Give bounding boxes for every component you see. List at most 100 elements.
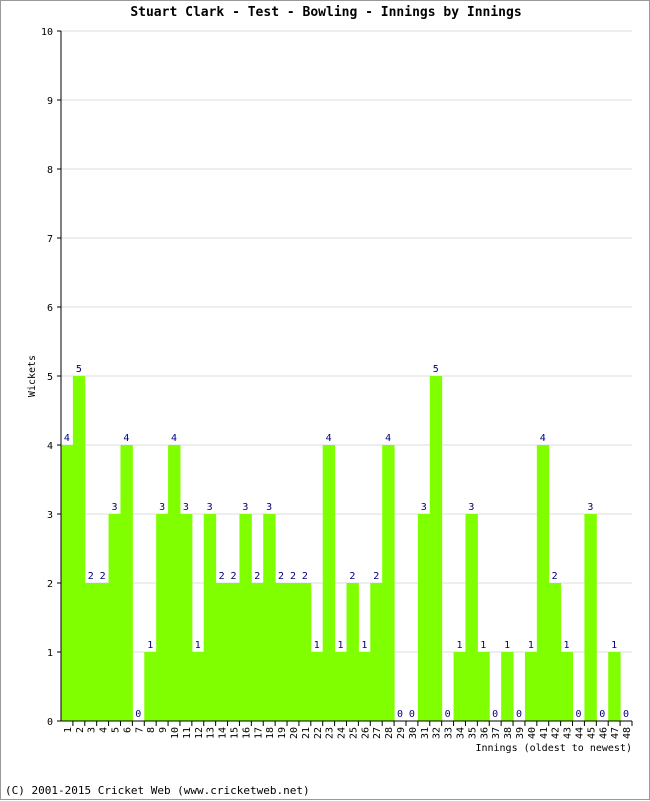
x-tick-label: 35 <box>467 727 478 739</box>
bar <box>96 583 110 721</box>
x-tick-label: 48 <box>622 727 633 739</box>
data-label: 2 <box>254 571 260 582</box>
x-tick-label: 22 <box>313 727 324 739</box>
x-tick-label: 21 <box>301 727 312 739</box>
data-label: 3 <box>112 502 118 513</box>
bar <box>608 652 621 721</box>
bar <box>108 514 121 721</box>
x-tick-label: 44 <box>574 727 585 739</box>
y-tick-label: 9 <box>47 96 53 107</box>
bar <box>382 445 395 721</box>
x-tick-label: 36 <box>479 727 490 739</box>
bar <box>251 583 264 721</box>
data-label: 3 <box>242 502 248 513</box>
bar <box>322 445 336 721</box>
x-tick-label: 32 <box>432 727 443 739</box>
x-tick-label: 13 <box>206 727 217 739</box>
data-label: 0 <box>409 709 415 720</box>
data-label: 0 <box>516 709 522 720</box>
data-label: 3 <box>266 502 272 513</box>
x-tick-label: 6 <box>122 727 133 733</box>
x-tick-label: 20 <box>289 727 300 739</box>
bar-chart: 0123456789104152232435460718394103111123… <box>27 27 633 754</box>
bar <box>334 652 347 721</box>
bar <box>144 652 157 721</box>
y-tick-label: 3 <box>47 510 53 521</box>
x-tick-label: 5 <box>111 727 122 733</box>
bar <box>453 652 466 721</box>
bar <box>370 583 383 721</box>
data-label: 2 <box>219 571 225 582</box>
x-tick-label: 17 <box>253 727 264 739</box>
bar <box>346 583 359 721</box>
bar <box>548 583 562 721</box>
bar <box>215 583 229 721</box>
data-label: 1 <box>314 640 320 651</box>
x-tick-label: 39 <box>515 727 526 739</box>
data-label: 0 <box>135 709 141 720</box>
bar <box>417 514 431 721</box>
data-label: 3 <box>468 502 474 513</box>
bar <box>477 652 490 721</box>
bar <box>287 583 300 721</box>
data-label: 3 <box>183 502 189 513</box>
bar <box>310 652 324 721</box>
bar <box>298 583 312 721</box>
x-axis-label: Innings (oldest to newest) <box>475 743 632 754</box>
data-label: 2 <box>100 571 106 582</box>
x-tick-label: 24 <box>337 727 348 739</box>
data-label: 4 <box>385 433 391 444</box>
x-tick-label: 1 <box>63 727 74 733</box>
data-label: 2 <box>230 571 236 582</box>
y-tick-label: 6 <box>47 303 53 314</box>
data-label: 5 <box>76 364 82 375</box>
data-label: 3 <box>159 502 165 513</box>
bar <box>536 445 550 721</box>
data-label: 1 <box>456 640 462 651</box>
x-tick-label: 7 <box>134 727 145 733</box>
bar <box>168 445 181 721</box>
x-tick-label: 28 <box>384 727 395 739</box>
x-tick-label: 3 <box>87 727 98 733</box>
data-label: 0 <box>599 709 605 720</box>
y-tick-label: 7 <box>47 234 53 245</box>
y-tick-label: 2 <box>47 579 53 590</box>
x-tick-label: 38 <box>503 727 514 739</box>
data-label: 1 <box>611 640 617 651</box>
data-label: 0 <box>575 709 581 720</box>
bar <box>156 514 169 721</box>
bar <box>61 445 74 721</box>
data-label: 4 <box>123 433 129 444</box>
x-tick-label: 23 <box>325 727 336 739</box>
x-tick-label: 14 <box>218 727 229 739</box>
bar <box>203 514 217 721</box>
data-label: 5 <box>433 364 439 375</box>
data-label: 3 <box>587 502 593 513</box>
data-label: 2 <box>373 571 379 582</box>
x-tick-label: 9 <box>158 727 169 733</box>
bar <box>120 445 133 721</box>
data-label: 3 <box>207 502 213 513</box>
data-label: 2 <box>278 571 284 582</box>
data-label: 0 <box>623 709 629 720</box>
data-label: 3 <box>421 502 427 513</box>
bar <box>501 652 514 721</box>
data-label: 4 <box>540 433 546 444</box>
x-tick-label: 2 <box>75 727 86 733</box>
bar <box>239 514 252 721</box>
y-tick-label: 8 <box>47 165 53 176</box>
x-tick-label: 29 <box>396 727 407 739</box>
data-label: 2 <box>88 571 94 582</box>
data-label: 1 <box>528 640 534 651</box>
y-axis-label: Wickets <box>27 355 38 397</box>
x-tick-label: 27 <box>372 727 383 739</box>
bar <box>358 652 371 721</box>
x-tick-label: 37 <box>491 727 502 739</box>
bar <box>465 514 478 721</box>
x-tick-label: 41 <box>539 727 550 739</box>
x-tick-label: 25 <box>348 727 359 739</box>
data-label: 2 <box>349 571 355 582</box>
x-tick-label: 19 <box>277 727 288 739</box>
data-label: 2 <box>552 571 558 582</box>
x-tick-label: 33 <box>444 727 455 739</box>
